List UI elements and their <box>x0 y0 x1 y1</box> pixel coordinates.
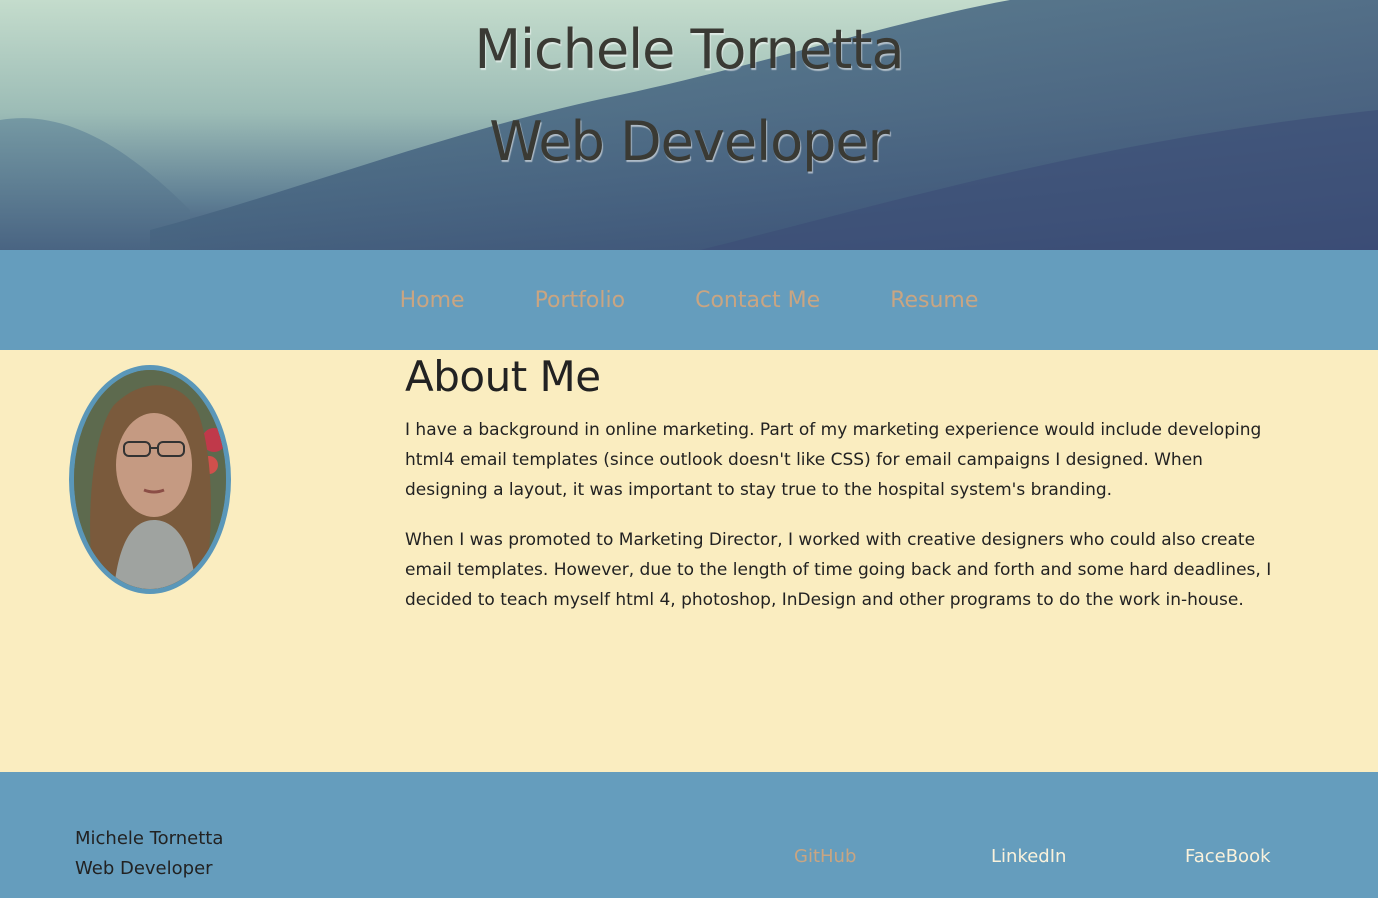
main-navigation: Home Portfolio Contact Me Resume <box>0 250 1378 350</box>
site-owner-role: Web Developer <box>489 110 890 173</box>
about-section: About Me I have a background in online m… <box>0 350 1378 772</box>
footer-link-github[interactable]: GitHub <box>794 846 856 867</box>
about-paragraph: When I was promoted to Marketing Directo… <box>405 530 1272 610</box>
footer-link-linkedin[interactable]: LinkedIn <box>991 846 1066 867</box>
about-heading: About Me <box>405 352 601 401</box>
footer-link-facebook[interactable]: FaceBook <box>1185 846 1271 867</box>
footer-identity: Michele Tornetta Web Developer <box>75 824 223 884</box>
nav-link-contact-me[interactable]: Contact Me <box>695 288 820 313</box>
nav-link-portfolio[interactable]: Portfolio <box>535 288 626 313</box>
profile-photo <box>69 365 231 594</box>
about-content: About Me I have a background in online m… <box>405 352 1285 635</box>
footer-role: Web Developer <box>75 858 213 879</box>
nav-link-home[interactable]: Home <box>400 288 465 313</box>
portrait-image <box>74 370 226 589</box>
about-paragraph: I have a background in online marketing.… <box>405 420 1262 500</box>
page-footer: Michele Tornetta Web Developer GitHub Li… <box>0 772 1378 898</box>
hero-banner: Michele Tornetta Web Developer <box>0 0 1378 250</box>
nav-link-resume[interactable]: Resume <box>890 288 978 313</box>
footer-name: Michele Tornetta <box>75 828 224 849</box>
site-owner-name: Michele Tornetta <box>474 18 904 81</box>
